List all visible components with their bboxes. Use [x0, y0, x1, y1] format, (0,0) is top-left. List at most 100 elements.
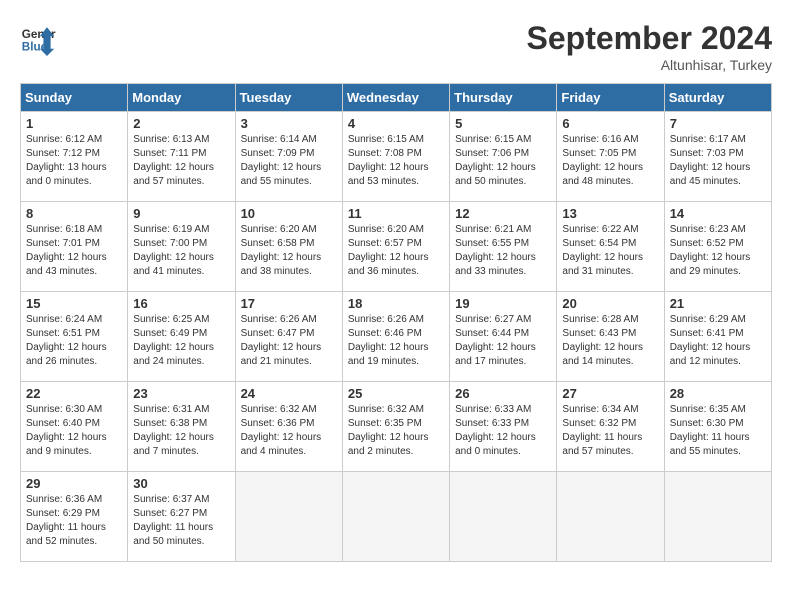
day-info: Sunrise: 6:20 AM Sunset: 6:58 PM Dayligh… [241, 223, 337, 279]
day-number: 14 [670, 206, 766, 221]
month-title: September 2024 [527, 20, 772, 57]
calendar-cell: 13 Sunrise: 6:22 AM Sunset: 6:54 PM Dayli… [557, 202, 664, 292]
day-number: 24 [241, 386, 337, 401]
calendar-cell [557, 472, 664, 562]
calendar-cell: 9Sunrise: 6:19 AM Sunset: 7:00 PM Daylig… [128, 202, 235, 292]
calendar-cell: 1 Sunrise: 6:12 AM Sunset: 7:12 PM Daylig… [21, 112, 128, 202]
calendar-cell: 25Sunrise: 6:32 AM Sunset: 6:35 PM Dayli… [342, 382, 449, 472]
day-info: Sunrise: 6:31 AM Sunset: 6:38 PM Dayligh… [133, 403, 229, 459]
day-number: 13 [562, 206, 658, 221]
logo-icon: General Blue [20, 20, 56, 56]
day-info: Sunrise: 6:26 AM Sunset: 6:46 PM Dayligh… [348, 313, 444, 369]
day-info: Sunrise: 6:24 AM Sunset: 6:51 PM Dayligh… [26, 313, 122, 369]
day-number: 3 [241, 116, 337, 131]
day-info: Sunrise: 6:20 AM Sunset: 6:57 PM Dayligh… [348, 223, 444, 279]
header-row: Sunday Monday Tuesday Wednesday Thursday… [21, 84, 772, 112]
day-info: Sunrise: 6:36 AM Sunset: 6:29 PM Dayligh… [26, 493, 122, 549]
calendar-cell: 28Sunrise: 6:35 AM Sunset: 6:30 PM Dayli… [664, 382, 771, 472]
day-number: 11 [348, 206, 444, 221]
calendar-cell: 21 Sunrise: 6:29 AM Sunset: 6:41 PM Dayli… [664, 292, 771, 382]
day-number: 25 [348, 386, 444, 401]
col-saturday: Saturday [664, 84, 771, 112]
day-info: Sunrise: 6:14 AM Sunset: 7:09 PM Dayligh… [241, 133, 337, 189]
calendar-cell: 19Sunrise: 6:27 AM Sunset: 6:44 PM Dayli… [450, 292, 557, 382]
calendar-week-5: 29 Sunrise: 6:36 AM Sunset: 6:29 PM Dayli… [21, 472, 772, 562]
day-number: 12 [455, 206, 551, 221]
page-header: General Blue September 2024 Altunhisar, … [20, 20, 772, 73]
day-info: Sunrise: 6:19 AM Sunset: 7:00 PM Dayligh… [133, 223, 229, 279]
col-friday: Friday [557, 84, 664, 112]
day-info: Sunrise: 6:30 AM Sunset: 6:40 PM Dayligh… [26, 403, 122, 459]
day-number: 22 [26, 386, 122, 401]
calendar-week-4: 22 Sunrise: 6:30 AM Sunset: 6:40 PM Dayli… [21, 382, 772, 472]
calendar-cell: 29 Sunrise: 6:36 AM Sunset: 6:29 PM Dayli… [21, 472, 128, 562]
col-sunday: Sunday [21, 84, 128, 112]
calendar-cell: 6 Sunrise: 6:16 AM Sunset: 7:05 PM Daylig… [557, 112, 664, 202]
day-number: 10 [241, 206, 337, 221]
calendar-cell [235, 472, 342, 562]
day-number: 16 [133, 296, 229, 311]
calendar-cell: 4 Sunrise: 6:15 AM Sunset: 7:08 PM Daylig… [342, 112, 449, 202]
day-number: 4 [348, 116, 444, 131]
calendar-week-1: 1 Sunrise: 6:12 AM Sunset: 7:12 PM Daylig… [21, 112, 772, 202]
calendar-cell: 20 Sunrise: 6:28 AM Sunset: 6:43 PM Dayli… [557, 292, 664, 382]
day-info: Sunrise: 6:22 AM Sunset: 6:54 PM Dayligh… [562, 223, 658, 279]
calendar-cell: 24 Sunrise: 6:32 AM Sunset: 6:36 PM Dayli… [235, 382, 342, 472]
day-info: Sunrise: 6:26 AM Sunset: 6:47 PM Dayligh… [241, 313, 337, 369]
day-number: 30 [133, 476, 229, 491]
calendar-table: Sunday Monday Tuesday Wednesday Thursday… [20, 83, 772, 562]
day-number: 26 [455, 386, 551, 401]
day-info: Sunrise: 6:37 AM Sunset: 6:27 PM Dayligh… [133, 493, 229, 549]
calendar-cell: 18 Sunrise: 6:26 AM Sunset: 6:46 PM Dayli… [342, 292, 449, 382]
day-info: Sunrise: 6:12 AM Sunset: 7:12 PM Dayligh… [26, 133, 122, 189]
calendar-cell: 12 Sunrise: 6:21 AM Sunset: 6:55 PM Dayli… [450, 202, 557, 292]
calendar-cell: 8Sunrise: 6:18 AM Sunset: 7:01 PM Daylig… [21, 202, 128, 292]
day-info: Sunrise: 6:28 AM Sunset: 6:43 PM Dayligh… [562, 313, 658, 369]
calendar-cell: 11 Sunrise: 6:20 AM Sunset: 6:57 PM Dayli… [342, 202, 449, 292]
calendar-cell: 15 Sunrise: 6:24 AM Sunset: 6:51 PM Dayli… [21, 292, 128, 382]
day-info: Sunrise: 6:21 AM Sunset: 6:55 PM Dayligh… [455, 223, 551, 279]
day-info: Sunrise: 6:15 AM Sunset: 7:08 PM Dayligh… [348, 133, 444, 189]
calendar-cell: 16Sunrise: 6:25 AM Sunset: 6:49 PM Dayli… [128, 292, 235, 382]
calendar-cell: 17 Sunrise: 6:26 AM Sunset: 6:47 PM Dayli… [235, 292, 342, 382]
day-number: 15 [26, 296, 122, 311]
col-monday: Monday [128, 84, 235, 112]
logo: General Blue [20, 20, 56, 56]
calendar-cell: 5 Sunrise: 6:15 AM Sunset: 7:06 PM Daylig… [450, 112, 557, 202]
day-info: Sunrise: 6:27 AM Sunset: 6:44 PM Dayligh… [455, 313, 551, 369]
day-info: Sunrise: 6:34 AM Sunset: 6:32 PM Dayligh… [562, 403, 658, 459]
day-number: 27 [562, 386, 658, 401]
day-number: 6 [562, 116, 658, 131]
col-tuesday: Tuesday [235, 84, 342, 112]
day-info: Sunrise: 6:16 AM Sunset: 7:05 PM Dayligh… [562, 133, 658, 189]
calendar-cell: 10 Sunrise: 6:20 AM Sunset: 6:58 PM Dayli… [235, 202, 342, 292]
col-thursday: Thursday [450, 84, 557, 112]
calendar-cell: 14 Sunrise: 6:23 AM Sunset: 6:52 PM Dayli… [664, 202, 771, 292]
day-number: 8 [26, 206, 122, 221]
day-number: 21 [670, 296, 766, 311]
day-info: Sunrise: 6:33 AM Sunset: 6:33 PM Dayligh… [455, 403, 551, 459]
day-info: Sunrise: 6:17 AM Sunset: 7:03 PM Dayligh… [670, 133, 766, 189]
day-number: 29 [26, 476, 122, 491]
day-number: 7 [670, 116, 766, 131]
day-number: 23 [133, 386, 229, 401]
title-block: September 2024 Altunhisar, Turkey [527, 20, 772, 73]
location: Altunhisar, Turkey [527, 57, 772, 73]
day-number: 18 [348, 296, 444, 311]
day-info: Sunrise: 6:29 AM Sunset: 6:41 PM Dayligh… [670, 313, 766, 369]
day-info: Sunrise: 6:15 AM Sunset: 7:06 PM Dayligh… [455, 133, 551, 189]
day-info: Sunrise: 6:35 AM Sunset: 6:30 PM Dayligh… [670, 403, 766, 459]
calendar-cell: 2 Sunrise: 6:13 AM Sunset: 7:11 PM Daylig… [128, 112, 235, 202]
day-number: 5 [455, 116, 551, 131]
day-number: 20 [562, 296, 658, 311]
day-number: 17 [241, 296, 337, 311]
calendar-cell: 26 Sunrise: 6:33 AM Sunset: 6:33 PM Dayli… [450, 382, 557, 472]
day-number: 1 [26, 116, 122, 131]
day-number: 2 [133, 116, 229, 131]
day-info: Sunrise: 6:32 AM Sunset: 6:36 PM Dayligh… [241, 403, 337, 459]
calendar-cell: 30 Sunrise: 6:37 AM Sunset: 6:27 PM Dayli… [128, 472, 235, 562]
day-info: Sunrise: 6:23 AM Sunset: 6:52 PM Dayligh… [670, 223, 766, 279]
calendar-cell: 23 Sunrise: 6:31 AM Sunset: 6:38 PM Dayli… [128, 382, 235, 472]
calendar-cell: 3 Sunrise: 6:14 AM Sunset: 7:09 PM Daylig… [235, 112, 342, 202]
day-info: Sunrise: 6:13 AM Sunset: 7:11 PM Dayligh… [133, 133, 229, 189]
